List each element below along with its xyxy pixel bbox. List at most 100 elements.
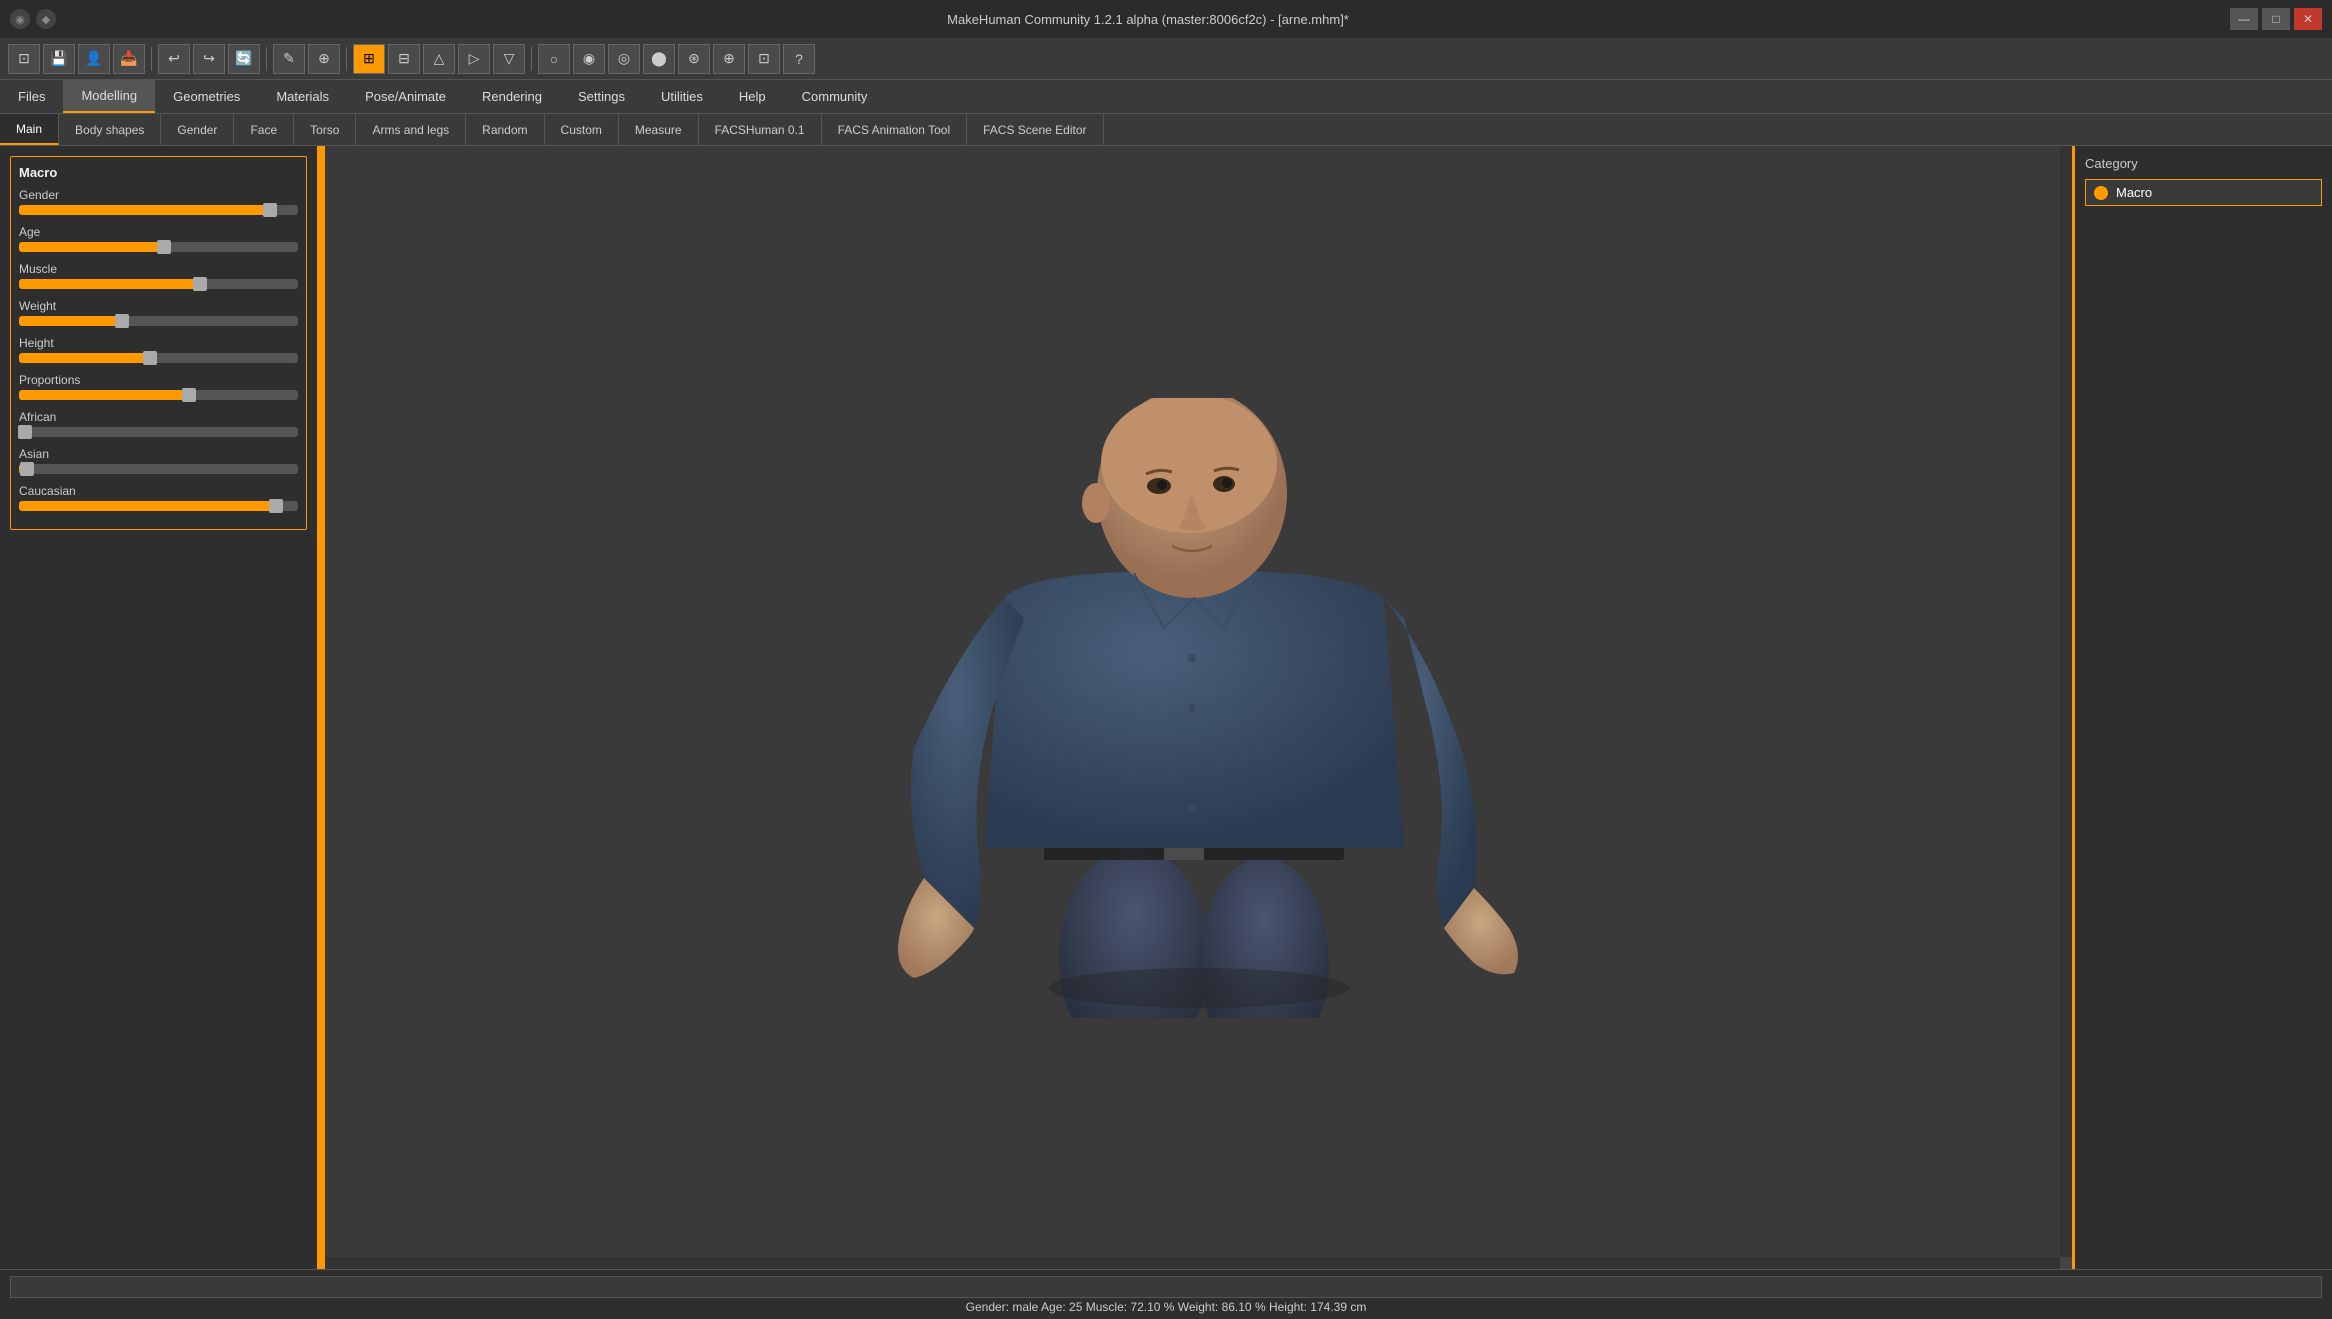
slider-track-proportions[interactable] [19,390,298,400]
slider-fill-proportions [19,390,189,400]
category-label: Category [2085,156,2322,171]
menu-item-community[interactable]: Community [784,80,886,113]
slider-thumb-age[interactable] [157,240,171,254]
tab-item-facs-animation-tool[interactable]: FACS Animation Tool [822,114,968,145]
toolbar-btn-grab[interactable]: ✎ [273,44,305,74]
slider-group-weight: Weight [19,299,298,326]
tab-item-measure[interactable]: Measure [619,114,699,145]
tab-item-custom[interactable]: Custom [545,114,619,145]
toolbar-btn-smooth[interactable]: ⊕ [308,44,340,74]
toolbar-separator [151,47,152,71]
viewport[interactable] [325,146,2072,1269]
menu-item-geometries[interactable]: Geometries [155,80,258,113]
slider-thumb-african[interactable] [18,425,32,439]
toolbar-btn-top-view[interactable]: ▽ [493,44,525,74]
slider-thumb-weight[interactable] [115,314,129,328]
toolbar-btn-save[interactable]: 💾 [43,44,75,74]
sliders-container: GenderAgeMuscleWeightHeightProportionsAf… [19,188,298,511]
slider-track-caucasian[interactable] [19,501,298,511]
menu-item-utilities[interactable]: Utilities [643,80,721,113]
toolbar-btn-camera[interactable]: ⊡ [748,44,780,74]
menubar: FilesModellingGeometriesMaterialsPose/An… [0,80,2332,114]
tab-item-face[interactable]: Face [234,114,294,145]
toolbar-btn-head-mesh[interactable]: ○ [538,44,570,74]
menu-item-modelling[interactable]: Modelling [63,80,155,113]
viewport-scroll-h[interactable] [325,1257,2060,1269]
toolbar-btn-redo[interactable]: ↪ [193,44,225,74]
toolbar-btn-front-view[interactable]: △ [423,44,455,74]
menu-item-pose-animate[interactable]: Pose/Animate [347,80,464,113]
menu-item-materials[interactable]: Materials [258,80,347,113]
category-select[interactable]: Macro [2085,179,2322,206]
slider-fill-gender [19,205,270,215]
toolbar-btn-reset[interactable]: 🔄 [228,44,260,74]
close-button[interactable]: ✕ [2294,8,2322,30]
tab-item-torso[interactable]: Torso [294,114,356,145]
tab-item-main[interactable]: Main [0,114,59,145]
tab-item-gender[interactable]: Gender [161,114,234,145]
tabbar: MainBody shapesGenderFaceTorsoArms and l… [0,114,2332,146]
toolbar-btn-zoom[interactable]: ⊕ [713,44,745,74]
slider-thumb-proportions[interactable] [182,388,196,402]
model-3d [824,398,1574,1018]
slider-track-age[interactable] [19,242,298,252]
right-panel: Category Macro [2072,146,2332,1269]
toolbar-btn-overlay[interactable]: ⊛ [678,44,710,74]
slider-fill-caucasian [19,501,276,511]
slider-track-weight[interactable] [19,316,298,326]
slider-group-african: African [19,410,298,437]
toolbar-btn-new[interactable]: ⊡ [8,44,40,74]
left-panel: Macro GenderAgeMuscleWeightHeightProport… [0,146,320,1269]
slider-label-african: African [19,410,298,424]
menu-item-settings[interactable]: Settings [560,80,643,113]
menu-item-help[interactable]: Help [721,80,784,113]
slider-group-gender: Gender [19,188,298,215]
toolbar-btn-wireframe[interactable]: ⊞ [353,44,385,74]
slider-thumb-asian[interactable] [20,462,34,476]
slider-track-asian[interactable] [19,464,298,474]
slider-thumb-muscle[interactable] [193,277,207,291]
toolbar: ⊡💾👤📥↩↪🔄✎⊕⊞⊟△▷▽○◉◎⬤⊛⊕⊡? [0,38,2332,80]
viewport-scroll-v[interactable] [2060,146,2072,1257]
menu-item-rendering[interactable]: Rendering [464,80,560,113]
toolbar-btn-undo[interactable]: ↩ [158,44,190,74]
scroll-corner [2060,1257,2072,1269]
toolbar-btn-load-human[interactable]: 👤 [78,44,110,74]
toolbar-btn-import[interactable]: 📥 [113,44,145,74]
tab-item-random[interactable]: Random [466,114,544,145]
tab-item-body-shapes[interactable]: Body shapes [59,114,161,145]
category-dot [2094,186,2108,200]
slider-thumb-height[interactable] [143,351,157,365]
app-icon2: ◆ [36,9,56,29]
tab-item-facs-scene-editor[interactable]: FACS Scene Editor [967,114,1103,145]
toolbar-btn-body-mesh[interactable]: ◉ [573,44,605,74]
toolbar-separator [266,47,267,71]
toolbar-btn-skin[interactable]: ◎ [608,44,640,74]
menu-item-files[interactable]: Files [0,80,63,113]
maximize-button[interactable]: □ [2262,8,2290,30]
slider-track-muscle[interactable] [19,279,298,289]
toolbar-btn-solid[interactable]: ⬤ [643,44,675,74]
slider-label-muscle: Muscle [19,262,298,276]
minimize-button[interactable]: — [2230,8,2258,30]
status-input[interactable] [10,1276,2322,1298]
slider-group-muscle: Muscle [19,262,298,289]
status-text: Gender: male Age: 25 Muscle: 72.10 % Wei… [966,1300,1367,1314]
category-value: Macro [2116,185,2152,200]
slider-track-gender[interactable] [19,205,298,215]
slider-thumb-caucasian[interactable] [269,499,283,513]
slider-track-african[interactable] [19,427,298,437]
slider-group-age: Age [19,225,298,252]
toolbar-btn-right-view[interactable]: ▷ [458,44,490,74]
tab-item-facshuman-0.1[interactable]: FACSHuman 0.1 [699,114,822,145]
toolbar-btn-grid[interactable]: ⊟ [388,44,420,74]
slider-track-height[interactable] [19,353,298,363]
tab-item-arms-and-legs[interactable]: Arms and legs [356,114,466,145]
slider-fill-age [19,242,164,252]
toolbar-separator [346,47,347,71]
slider-fill-weight [19,316,122,326]
slider-label-weight: Weight [19,299,298,313]
slider-thumb-gender[interactable] [263,203,277,217]
main-area: Macro GenderAgeMuscleWeightHeightProport… [0,146,2332,1269]
toolbar-btn-help[interactable]: ? [783,44,815,74]
